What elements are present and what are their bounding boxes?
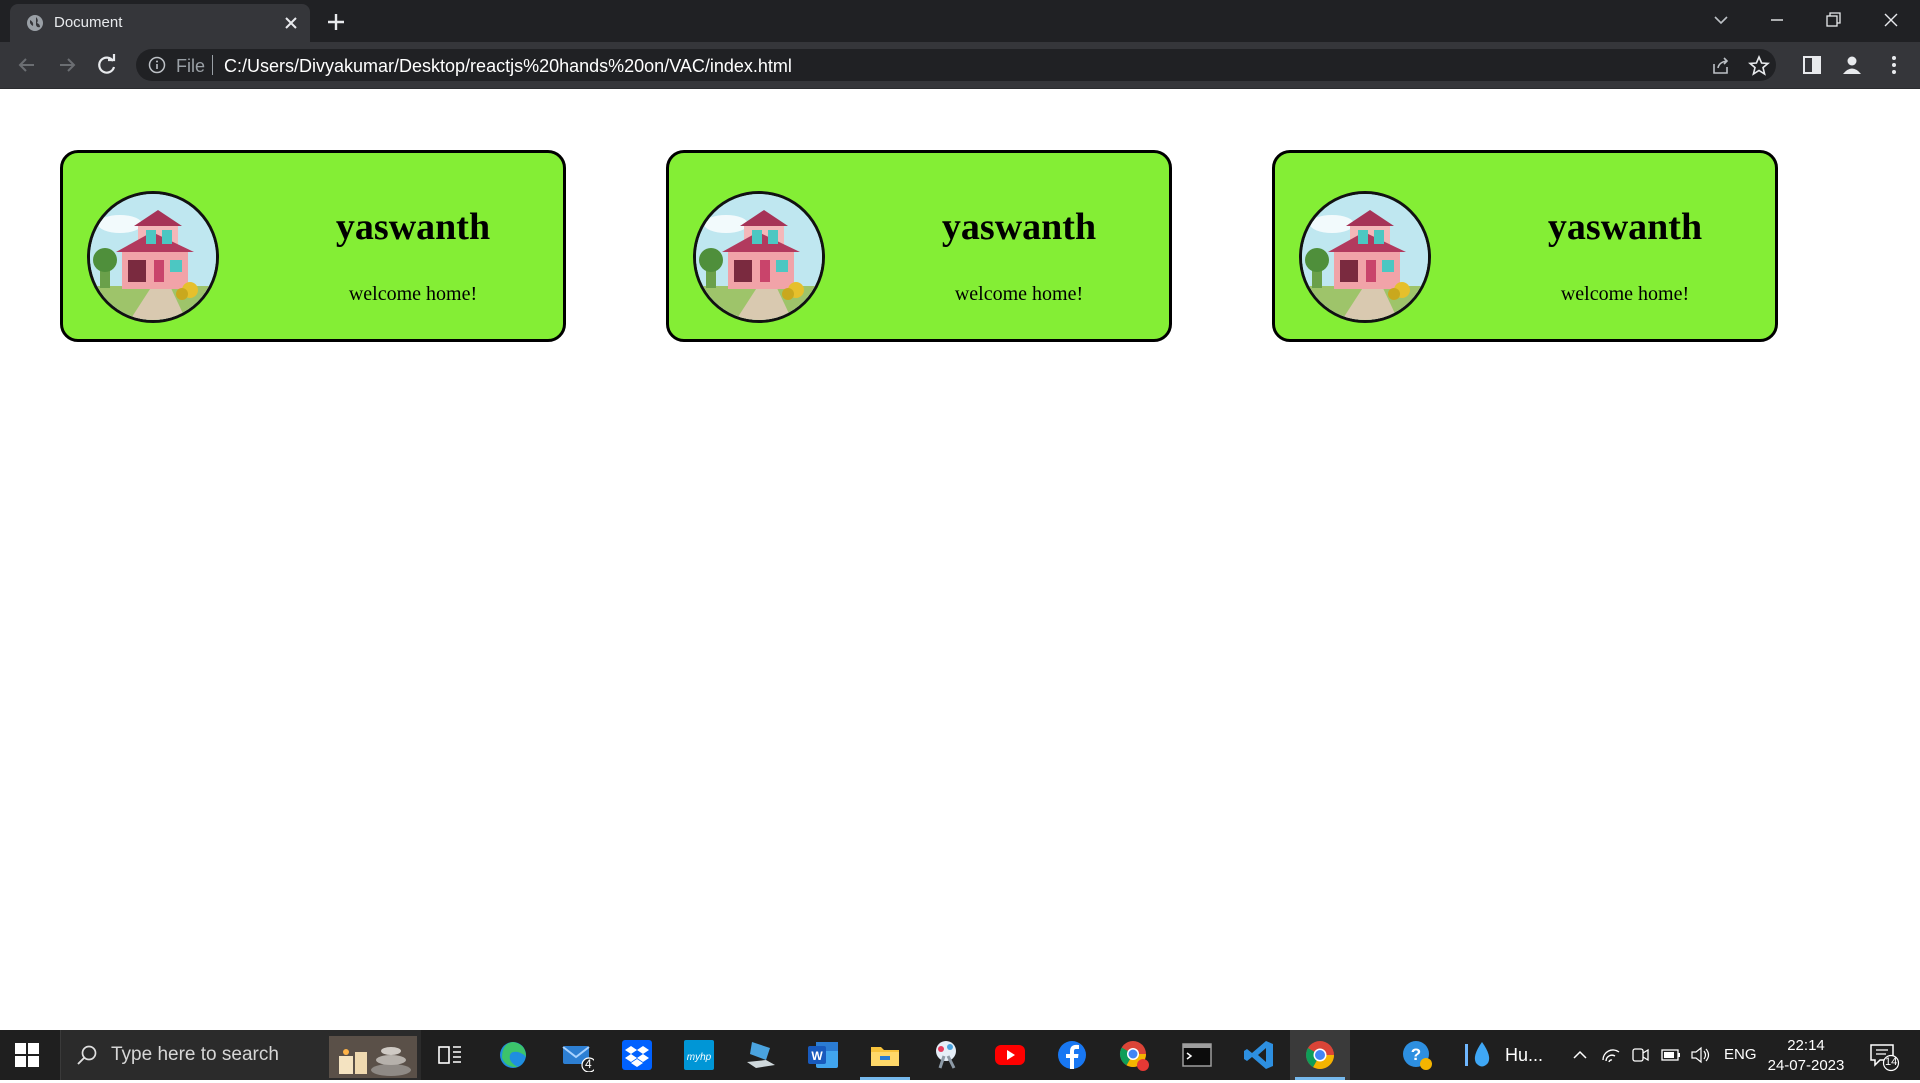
clock-time: 22:14 — [1787, 1037, 1825, 1054]
svg-text:?: ? — [1411, 1045, 1421, 1064]
card-message: welcome home! — [954, 283, 1084, 305]
chrome-profile-icon[interactable] — [1117, 1038, 1151, 1072]
chrome-icon[interactable] — [1295, 1038, 1345, 1080]
battery-icon[interactable] — [1660, 1038, 1682, 1072]
dropbox-icon[interactable] — [620, 1038, 654, 1072]
volume-icon[interactable] — [1690, 1038, 1712, 1072]
house-avatar-image — [693, 191, 825, 323]
snip-tool-icon[interactable] — [930, 1038, 964, 1072]
meet-icon[interactable] — [1630, 1038, 1650, 1072]
facebook-icon[interactable] — [1055, 1038, 1089, 1072]
browser-toolbar: File C:/Users/Divyakumar/Desktop/reactjs… — [0, 42, 1920, 89]
clock[interactable]: 22:14 24-07-2023 — [1764, 1036, 1848, 1076]
weather-label[interactable]: Hu... — [1505, 1045, 1543, 1066]
mail-icon[interactable]: 4 — [560, 1038, 597, 1073]
search-placeholder: Type here to search — [111, 1044, 279, 1065]
mail-badge: 4 — [585, 1057, 592, 1071]
house-avatar-image — [87, 191, 219, 323]
clock-date: 24-07-2023 — [1767, 1057, 1845, 1074]
address-separator — [212, 55, 213, 75]
address-bar[interactable]: File C:/Users/Divyakumar/Desktop/reactjs… — [136, 49, 1776, 81]
windows-start-icon[interactable] — [14, 1042, 40, 1068]
card-name: yaswanth — [335, 206, 491, 248]
windows-taskbar: Type here to search 4 myhp W ? Hu... ENG… — [0, 1030, 1920, 1080]
weather-drop-icon[interactable] — [1462, 1038, 1496, 1072]
page-viewport: yaswanth welcome home! yaswanth welcome … — [0, 89, 1920, 1030]
tab-search-icon[interactable] — [1706, 6, 1736, 34]
close-window-icon[interactable] — [1876, 6, 1906, 34]
laptop-app-icon[interactable] — [744, 1038, 778, 1072]
profile-card: yaswanth welcome home! — [1272, 150, 1778, 342]
vscode-icon[interactable] — [1242, 1038, 1276, 1072]
security-label: File — [176, 56, 206, 76]
share-icon[interactable] — [1710, 55, 1732, 77]
search-icon — [75, 1043, 99, 1067]
terminal-icon[interactable] — [1180, 1038, 1214, 1072]
minimize-icon[interactable] — [1762, 6, 1792, 34]
notification-count: 14 — [1885, 1056, 1898, 1068]
card-message: welcome home! — [348, 283, 478, 305]
card-name: yaswanth — [941, 206, 1097, 248]
profile-card: yaswanth welcome home! — [60, 150, 566, 342]
reload-icon[interactable] — [94, 52, 120, 78]
wifi-icon[interactable] — [1600, 1038, 1622, 1072]
youtube-icon[interactable] — [993, 1038, 1027, 1072]
card-name: yaswanth — [1547, 206, 1703, 248]
chevron-up-icon[interactable] — [1570, 1038, 1590, 1072]
taskbar-search-box[interactable]: Type here to search — [60, 1030, 421, 1080]
svg-text:W: W — [811, 1049, 823, 1063]
restore-icon[interactable] — [1818, 6, 1848, 34]
notifications-icon[interactable]: 14 — [1866, 1038, 1900, 1072]
side-panel-icon[interactable] — [1800, 53, 1824, 77]
back-icon[interactable] — [14, 52, 40, 78]
forward-icon[interactable] — [54, 52, 80, 78]
profile-icon[interactable] — [1840, 53, 1864, 77]
bookmark-star-icon[interactable] — [1747, 54, 1771, 77]
new-tab-icon[interactable] — [324, 10, 348, 34]
myhp-icon[interactable]: myhp — [682, 1038, 716, 1072]
globe-icon — [26, 14, 44, 32]
edge-icon[interactable] — [496, 1038, 530, 1072]
task-view-icon[interactable] — [433, 1038, 467, 1072]
tab-title: Document — [54, 14, 123, 31]
info-icon[interactable] — [148, 56, 166, 74]
more-menu-icon[interactable] — [1882, 53, 1906, 77]
card-message: welcome home! — [1560, 283, 1690, 305]
search-highlight-image — [329, 1036, 417, 1078]
browser-titlebar: Document — [0, 0, 1920, 42]
profile-card: yaswanth welcome home! — [666, 150, 1172, 342]
close-tab-icon[interactable] — [280, 12, 302, 34]
svg-text:myhp: myhp — [687, 1052, 712, 1063]
house-avatar-image — [1299, 191, 1431, 323]
browser-tab[interactable]: Document — [10, 4, 310, 42]
word-icon[interactable]: W — [806, 1038, 840, 1072]
help-icon[interactable]: ? — [1400, 1038, 1434, 1072]
url-text[interactable]: C:/Users/Divyakumar/Desktop/reactjs%20ha… — [224, 56, 792, 77]
file-explorer-icon[interactable] — [860, 1038, 910, 1080]
language-indicator[interactable]: ENG — [1724, 1046, 1757, 1063]
